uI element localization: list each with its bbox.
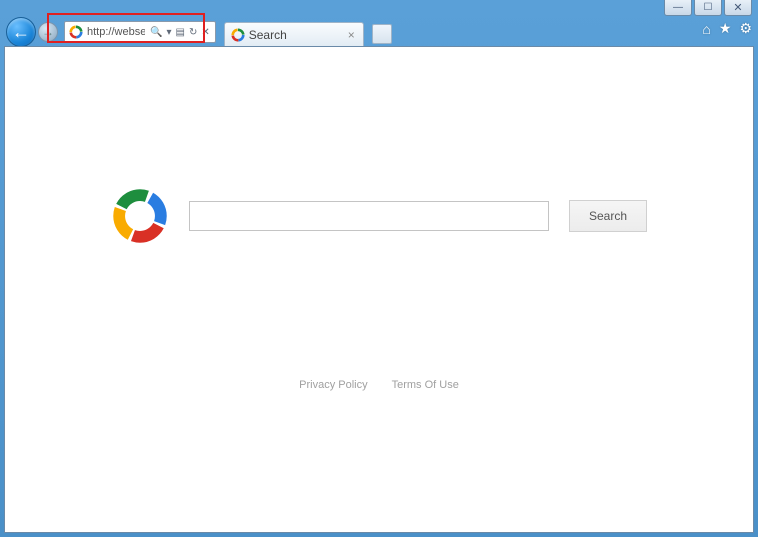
nav-forward-button[interactable]: → bbox=[38, 22, 58, 42]
stop-icon[interactable]: ✕ bbox=[200, 27, 210, 38]
window-close-button[interactable]: ✕ bbox=[724, 0, 752, 16]
address-dropdown-icon[interactable]: ▾ bbox=[165, 27, 172, 38]
new-tab-button[interactable] bbox=[372, 24, 392, 44]
favorites-icon[interactable]: ★ bbox=[719, 20, 732, 37]
tab-close-icon[interactable]: × bbox=[346, 28, 357, 42]
browser-toolbar: ← → 🔍 ▾ ▤ ↻ ✕ Sea bbox=[0, 18, 758, 46]
search-logo-icon bbox=[111, 187, 169, 245]
compat-view-icon[interactable]: ▤ bbox=[174, 27, 185, 38]
refresh-icon[interactable]: ↻ bbox=[188, 27, 198, 38]
search-button[interactable]: Search bbox=[569, 200, 647, 232]
window-minimize-button[interactable]: — bbox=[664, 0, 692, 16]
search-input[interactable] bbox=[189, 201, 549, 231]
home-icon[interactable]: ⌂ bbox=[702, 21, 710, 37]
page-content: Search Privacy Policy Terms Of Use bbox=[4, 46, 754, 533]
address-search-icon[interactable]: 🔍 bbox=[149, 27, 163, 38]
browser-tab[interactable]: Search × bbox=[224, 22, 364, 46]
privacy-policy-link[interactable]: Privacy Policy bbox=[299, 379, 367, 391]
tools-icon[interactable]: ⚙ bbox=[739, 20, 752, 37]
nav-back-button[interactable]: ← bbox=[6, 17, 36, 47]
tab-favicon-icon bbox=[231, 28, 245, 42]
window-maximize-button[interactable]: ☐ bbox=[694, 0, 722, 16]
terms-of-use-link[interactable]: Terms Of Use bbox=[392, 379, 459, 391]
tab-label: Search bbox=[249, 28, 346, 42]
url-input[interactable] bbox=[85, 23, 147, 41]
address-favicon-icon bbox=[69, 25, 83, 39]
address-bar[interactable]: 🔍 ▾ ▤ ↻ ✕ bbox=[64, 21, 216, 43]
